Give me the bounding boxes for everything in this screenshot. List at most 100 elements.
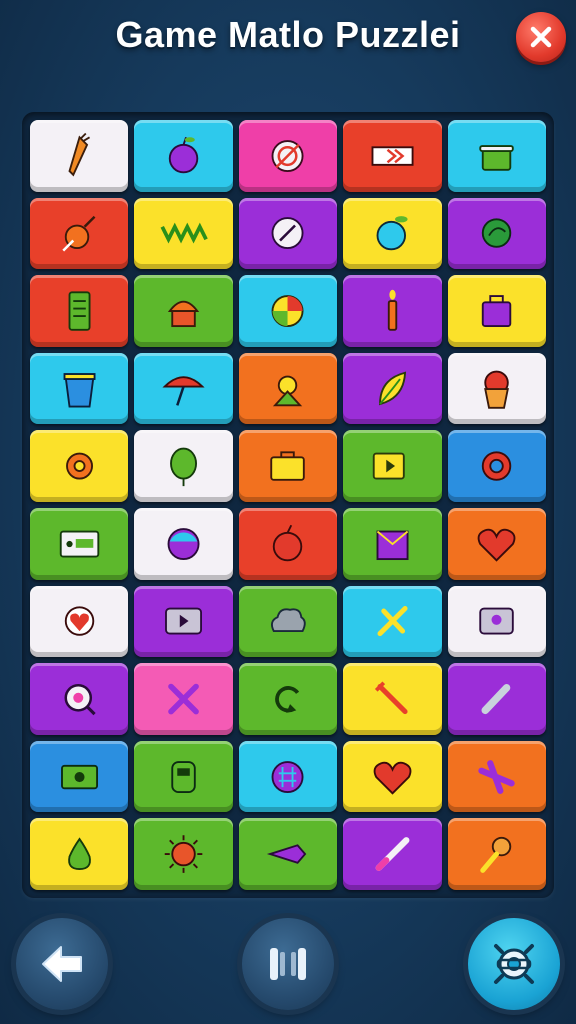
wrapper-icon — [267, 844, 307, 865]
board-tile[interactable] — [343, 740, 442, 813]
board-tile[interactable] — [343, 197, 442, 270]
video-icon — [372, 452, 405, 480]
ring-icon — [482, 451, 512, 481]
close-button[interactable] — [516, 12, 566, 62]
board-tile[interactable] — [134, 197, 233, 270]
board-tile[interactable] — [238, 197, 338, 270]
board-tile[interactable] — [238, 585, 338, 658]
board-tile[interactable] — [447, 120, 546, 192]
board-tile[interactable] — [30, 197, 129, 270]
creature-icon — [273, 375, 303, 406]
board-tile[interactable] — [134, 585, 233, 658]
board-tile[interactable] — [238, 663, 338, 735]
board-tile[interactable] — [238, 430, 338, 502]
board-tile[interactable] — [30, 352, 129, 425]
board-tile[interactable] — [343, 430, 442, 502]
zigzag-icon — [160, 222, 208, 244]
board-tile[interactable] — [343, 663, 442, 735]
heart-icon — [373, 761, 412, 795]
leaf-ball-icon — [482, 218, 512, 249]
x-icon — [168, 683, 199, 715]
knife-icon — [375, 837, 410, 872]
pot-icon — [479, 144, 515, 171]
board-tile[interactable] — [447, 585, 546, 658]
board-tile[interactable] — [447, 508, 546, 580]
board-tile[interactable] — [343, 585, 442, 658]
tool-icon — [374, 681, 408, 715]
muffin-icon — [167, 300, 200, 327]
board-tile[interactable] — [238, 508, 338, 580]
board-tile[interactable] — [238, 818, 338, 890]
board-tile[interactable] — [343, 120, 442, 192]
compass-icon — [272, 217, 304, 250]
settings-button[interactable] — [468, 918, 560, 1010]
board-tile[interactable] — [30, 818, 129, 890]
ball-icon — [167, 527, 200, 560]
board-tile[interactable] — [343, 352, 442, 425]
bag-icon — [482, 295, 512, 327]
suitcase-icon — [270, 451, 306, 481]
board-tile[interactable] — [447, 275, 546, 347]
umbrella-icon — [162, 375, 205, 406]
page-title: Game Matlo Puzzlei — [115, 14, 461, 55]
back-button[interactable] — [16, 918, 108, 1010]
board-tile[interactable] — [134, 275, 233, 347]
board-tile[interactable] — [447, 818, 546, 890]
board-tile[interactable] — [447, 663, 546, 735]
board-tile[interactable] — [134, 663, 233, 735]
board-tile[interactable] — [238, 352, 338, 425]
cloud-icon — [271, 608, 307, 633]
board-tile[interactable] — [238, 120, 338, 192]
board-tile[interactable] — [30, 430, 129, 502]
board-tile[interactable] — [30, 585, 129, 658]
lens-icon — [64, 683, 96, 716]
candle-icon — [387, 289, 398, 331]
board-tile[interactable] — [343, 275, 442, 347]
cross-icon — [377, 606, 408, 637]
sun-icon — [164, 835, 203, 873]
pause-button[interactable] — [242, 918, 334, 1010]
cup-icon — [63, 372, 96, 408]
board-tile[interactable] — [134, 818, 233, 890]
board-tile[interactable] — [447, 740, 546, 813]
device-icon — [59, 530, 99, 558]
slash-icon — [481, 683, 511, 715]
back-arrow-icon — [42, 946, 82, 982]
arrow-sign-icon — [371, 146, 414, 166]
board-tile[interactable] — [30, 663, 129, 735]
robot-icon — [171, 760, 196, 793]
refresh-icon — [275, 686, 300, 713]
box-icon — [376, 530, 409, 560]
cash-icon — [60, 764, 98, 789]
board-tile[interactable] — [30, 275, 129, 347]
board-tile[interactable] — [134, 740, 233, 813]
board-tile[interactable] — [134, 120, 233, 192]
plane-icon — [478, 759, 515, 794]
board-tile[interactable] — [30, 120, 129, 192]
balloon-icon — [170, 447, 198, 487]
board-tile[interactable] — [30, 740, 129, 813]
board-tile[interactable] — [343, 508, 442, 580]
board-tile[interactable] — [134, 352, 233, 425]
board-tile[interactable] — [447, 352, 546, 425]
settings-robot-icon — [494, 944, 534, 984]
board-tile[interactable] — [134, 430, 233, 502]
icecream-icon — [480, 836, 512, 873]
blue-fruit-icon — [376, 216, 408, 251]
board-tile[interactable] — [238, 275, 338, 347]
board-tile[interactable] — [238, 740, 338, 813]
plum-icon — [168, 136, 199, 174]
target-icon — [272, 139, 304, 172]
board-tile[interactable] — [343, 818, 442, 890]
board-tile[interactable] — [134, 508, 233, 580]
pause-bars-icon — [270, 948, 306, 980]
grid-icon — [272, 760, 304, 793]
lollipop-icon — [479, 607, 515, 635]
play-icon — [165, 607, 203, 635]
orange-pen-icon — [62, 216, 96, 252]
game-board — [22, 112, 554, 898]
board-tile[interactable] — [30, 508, 129, 580]
flower-icon — [64, 606, 94, 637]
board-tile[interactable] — [447, 197, 546, 270]
board-tile[interactable] — [447, 430, 546, 502]
